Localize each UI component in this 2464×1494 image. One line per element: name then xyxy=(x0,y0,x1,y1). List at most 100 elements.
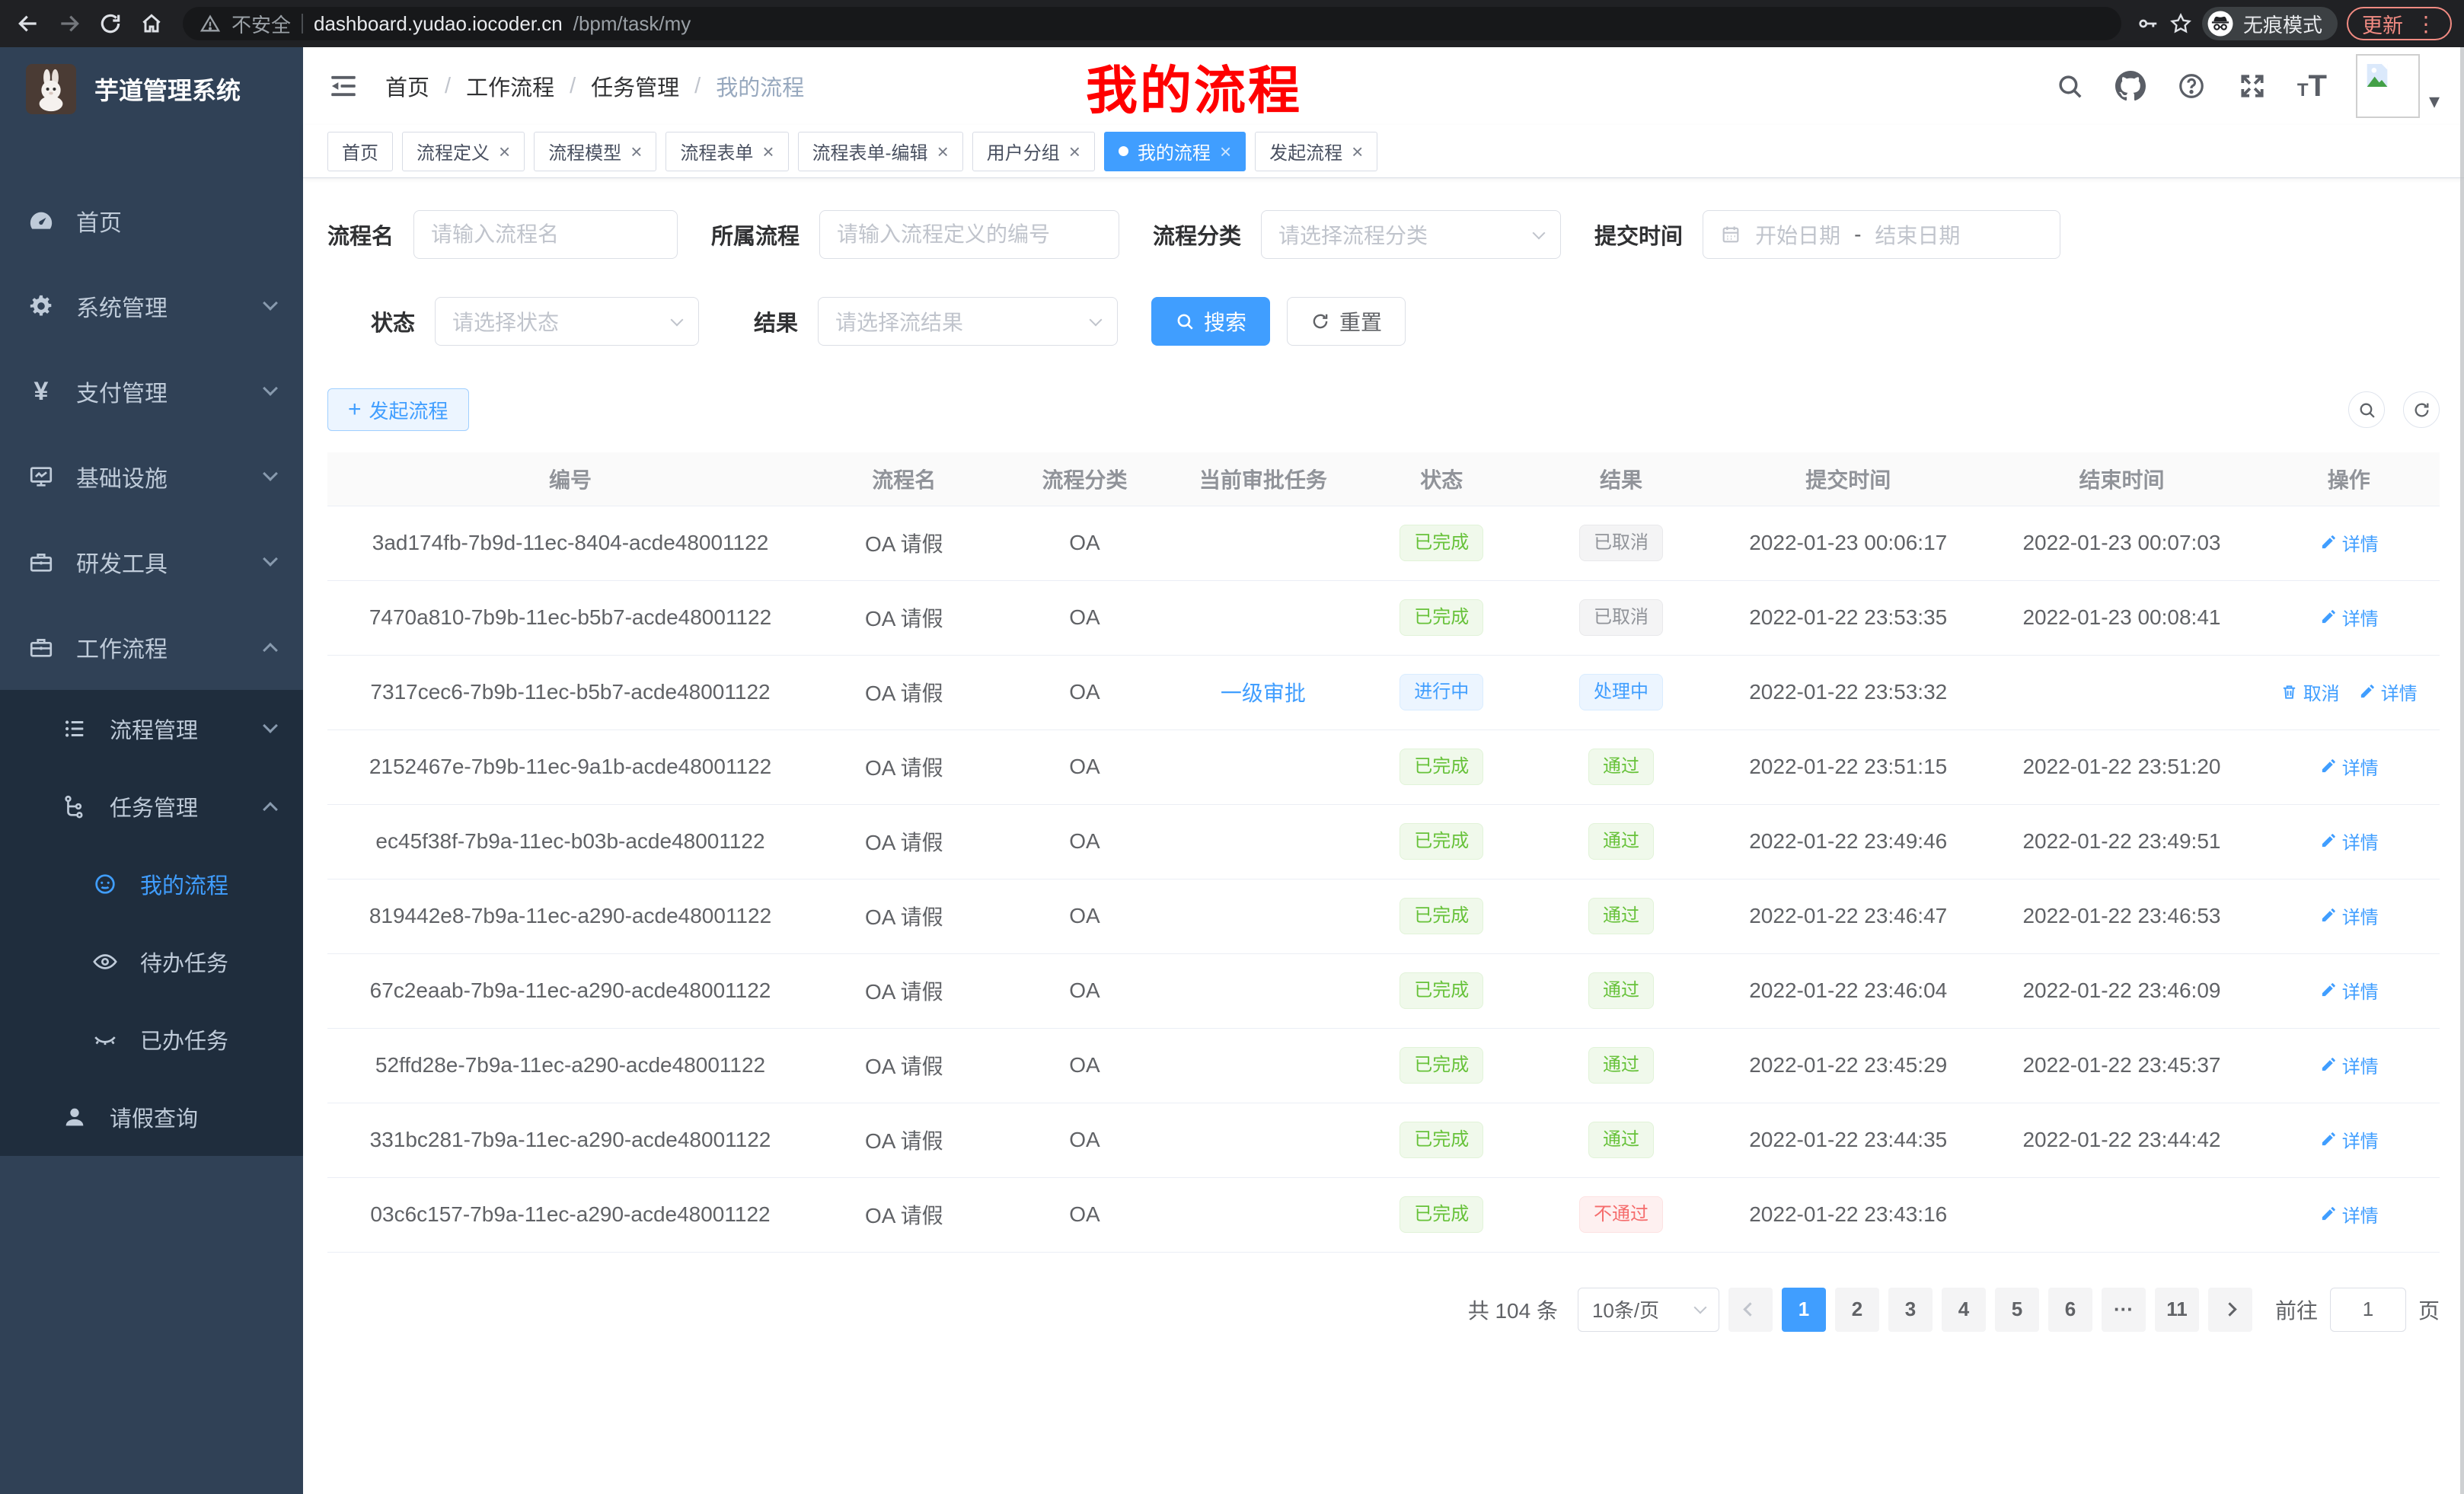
detail-link[interactable]: 详情 xyxy=(2319,977,2379,1004)
task-link[interactable]: 一级审批 xyxy=(1221,682,1306,705)
sidebar-item-infrastructure[interactable]: 基础设施 xyxy=(0,434,303,519)
tab-process-model[interactable]: 流程模型× xyxy=(534,132,656,171)
process-definition-input[interactable] xyxy=(819,210,1119,259)
scrollbar[interactable] xyxy=(2460,47,2464,1494)
close-icon[interactable]: × xyxy=(1352,142,1363,161)
tab-home[interactable]: 首页 xyxy=(327,132,393,171)
avatar-caret-icon[interactable]: ▾ xyxy=(2429,88,2440,113)
next-page-button[interactable] xyxy=(2208,1288,2252,1332)
sidebar-item-todo-tasks[interactable]: 待办任务 xyxy=(0,923,303,1001)
detail-link[interactable]: 详情 xyxy=(2319,753,2379,780)
tab-label: 发起流程 xyxy=(1269,138,1342,164)
result-select[interactable]: 请选择流结果 xyxy=(818,297,1118,346)
detail-link[interactable]: 详情 xyxy=(2319,828,2379,854)
page-ellipsis[interactable]: ··· xyxy=(2102,1288,2146,1332)
fullscreen-icon[interactable] xyxy=(2236,70,2268,102)
sidebar-item-my-process[interactable]: 我的流程 xyxy=(0,845,303,923)
sidebar-item-home[interactable]: 首页 xyxy=(0,178,303,263)
tab-process-form-edit[interactable]: 流程表单-编辑× xyxy=(798,132,963,171)
browser-reload-icon[interactable] xyxy=(94,8,126,40)
not-secure-warning-icon[interactable] xyxy=(199,13,221,34)
font-size-icon[interactable]: TT xyxy=(2297,72,2327,100)
end-date-placeholder[interactable]: 结束日期 xyxy=(1875,219,1960,250)
submit-time-range-picker[interactable]: 开始日期 - 结束日期 xyxy=(1703,210,2060,259)
start-date-placeholder[interactable]: 开始日期 xyxy=(1755,219,1840,250)
address-bar[interactable]: 不安全 dashboard.yudao.iocoder.cn/bpm/task/… xyxy=(183,7,2121,40)
page-button-4[interactable]: 4 xyxy=(1942,1288,1986,1332)
tab-process-form[interactable]: 流程表单× xyxy=(665,132,788,171)
edit-icon xyxy=(2358,683,2376,701)
page-button-3[interactable]: 3 xyxy=(1888,1288,1933,1332)
detail-link[interactable]: 详情 xyxy=(2319,529,2379,556)
sidebar-item-done-tasks[interactable]: 已办任务 xyxy=(0,1001,303,1078)
close-icon[interactable]: × xyxy=(499,142,510,161)
sidebar-item-workflow[interactable]: 工作流程 xyxy=(0,605,303,690)
breadcrumb-workflow[interactable]: 工作流程 xyxy=(466,70,554,102)
tab-process-definition[interactable]: 流程定义× xyxy=(402,132,525,171)
avatar[interactable] xyxy=(2356,54,2420,118)
breadcrumb-home[interactable]: 首页 xyxy=(385,70,429,102)
goto-page-input[interactable] xyxy=(2330,1288,2406,1332)
show-search-toggle-button[interactable] xyxy=(2348,391,2385,428)
browser-back-icon[interactable] xyxy=(12,8,44,40)
detail-link[interactable]: 详情 xyxy=(2319,604,2379,630)
cancel-link[interactable]: 取消 xyxy=(2280,678,2340,705)
sidebar-collapse-icon[interactable] xyxy=(327,70,359,102)
prev-page-button[interactable] xyxy=(1728,1288,1773,1332)
cell-actions: 详情 xyxy=(2258,804,2440,879)
browser-menu-dots-icon[interactable]: ⋮ xyxy=(2415,11,2437,37)
process-category-select[interactable]: 请选择流程分类 xyxy=(1261,210,1561,259)
help-icon[interactable] xyxy=(2175,70,2207,102)
url-host[interactable]: dashboard.yudao.iocoder.cn xyxy=(314,12,563,36)
close-icon[interactable]: × xyxy=(1069,142,1080,161)
sidebar-item-task-management[interactable]: 任务管理 xyxy=(0,768,303,845)
page-button-5[interactable]: 5 xyxy=(1995,1288,2039,1332)
close-icon[interactable]: × xyxy=(1220,142,1231,161)
reset-button[interactable]: 重置 xyxy=(1287,297,1406,346)
detail-link[interactable]: 详情 xyxy=(2319,1126,2379,1153)
close-icon[interactable]: × xyxy=(937,142,949,161)
browser-home-icon[interactable] xyxy=(136,8,168,40)
cell-current-task xyxy=(1174,953,1352,1028)
table-row: ec45f38f-7b9a-11ec-b03b-acde48001122OA 请… xyxy=(327,804,2440,879)
github-icon[interactable] xyxy=(2115,70,2146,102)
sidebar-item-system-management[interactable]: 系统管理 xyxy=(0,263,303,349)
close-icon[interactable]: × xyxy=(762,142,774,161)
tab-start-process[interactable]: 发起流程 × xyxy=(1255,132,1377,171)
start-process-button[interactable]: + 发起流程 xyxy=(327,388,469,431)
url-path[interactable]: /bpm/task/my xyxy=(573,12,691,36)
search-button[interactable]: 搜索 xyxy=(1151,297,1270,346)
page-size-select[interactable]: 10条/页 xyxy=(1578,1288,1719,1332)
sidebar-item-dev-tools[interactable]: 研发工具 xyxy=(0,519,303,605)
page-button-1[interactable]: 1 xyxy=(1782,1288,1826,1332)
detail-link[interactable]: 详情 xyxy=(2319,1052,2379,1078)
sidebar-item-leave-query[interactable]: 请假查询 xyxy=(0,1078,303,1156)
process-category-label: 流程分类 xyxy=(1153,219,1241,251)
user-avatar-wrap: ▾ xyxy=(2356,54,2440,118)
bookmark-star-icon[interactable] xyxy=(2169,11,2193,36)
browser-update-button[interactable]: 更新 ⋮ xyxy=(2347,7,2452,40)
sidebar-logo-row[interactable]: 芋道管理系统 xyxy=(0,47,303,131)
search-icon[interactable] xyxy=(2054,70,2086,102)
detail-link[interactable]: 详情 xyxy=(2319,1201,2379,1227)
tab-my-process[interactable]: 我的流程× xyxy=(1104,132,1246,171)
action-label: 详情 xyxy=(2342,902,2379,929)
sidebar-item-label: 基础设施 xyxy=(76,460,244,493)
sidebar-item-process-management[interactable]: 流程管理 xyxy=(0,690,303,768)
sidebar-item-payment-management[interactable]: ¥支付管理 xyxy=(0,349,303,434)
page-button-11[interactable]: 11 xyxy=(2155,1288,2199,1332)
refresh-table-button[interactable] xyxy=(2403,391,2440,428)
update-label[interactable]: 更新 xyxy=(2362,9,2403,39)
detail-link[interactable]: 详情 xyxy=(2319,902,2379,929)
process-name-input[interactable] xyxy=(413,210,678,259)
page-button-2[interactable]: 2 xyxy=(1835,1288,1879,1332)
close-icon[interactable]: × xyxy=(630,142,642,161)
not-secure-label[interactable]: 不安全 xyxy=(231,10,291,38)
password-key-icon[interactable] xyxy=(2137,12,2159,35)
detail-link[interactable]: 详情 xyxy=(2358,678,2418,705)
tab-user-group[interactable]: 用户分组× xyxy=(972,132,1095,171)
browser-forward-icon[interactable] xyxy=(53,8,85,40)
page-button-6[interactable]: 6 xyxy=(2048,1288,2092,1332)
breadcrumb-task-management[interactable]: 任务管理 xyxy=(591,70,679,102)
status-select[interactable]: 请选择状态 xyxy=(435,297,699,346)
